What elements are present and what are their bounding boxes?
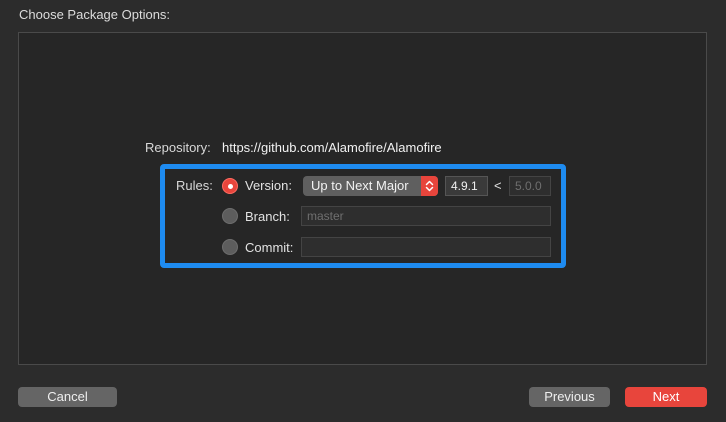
version-rule-select[interactable]: Up to Next Major xyxy=(303,176,438,196)
commit-field[interactable] xyxy=(301,237,551,257)
version-radio[interactable] xyxy=(222,178,238,194)
commit-label: Commit: xyxy=(245,240,294,255)
rules-label: Rules: xyxy=(176,178,213,193)
version-to-placeholder: 5.0.0 xyxy=(515,179,542,193)
cancel-button[interactable]: Cancel xyxy=(18,387,117,407)
branch-label: Branch: xyxy=(245,209,290,224)
version-range-separator: < xyxy=(494,178,502,193)
branch-radio[interactable] xyxy=(222,208,238,224)
commit-radio[interactable] xyxy=(222,239,238,255)
next-button[interactable]: Next xyxy=(625,387,707,407)
up-down-chevron-icon[interactable] xyxy=(421,176,438,196)
version-rule-select-value: Up to Next Major xyxy=(311,178,409,193)
version-from-field[interactable]: 4.9.1 xyxy=(445,176,488,196)
previous-button[interactable]: Previous xyxy=(529,387,610,407)
version-from-value: 4.9.1 xyxy=(451,179,478,193)
version-to-field: 5.0.0 xyxy=(509,176,551,196)
branch-placeholder: master xyxy=(307,209,344,223)
branch-field[interactable]: master xyxy=(301,206,551,226)
dialog-title: Choose Package Options: xyxy=(19,7,171,22)
package-options-dialog: Choose Package Options: Repository: http… xyxy=(0,0,726,422)
repository-url: https://github.com/Alamofire/Alamofire xyxy=(222,140,442,155)
repository-label: Repository: xyxy=(145,140,211,155)
version-label: Version: xyxy=(245,178,292,193)
